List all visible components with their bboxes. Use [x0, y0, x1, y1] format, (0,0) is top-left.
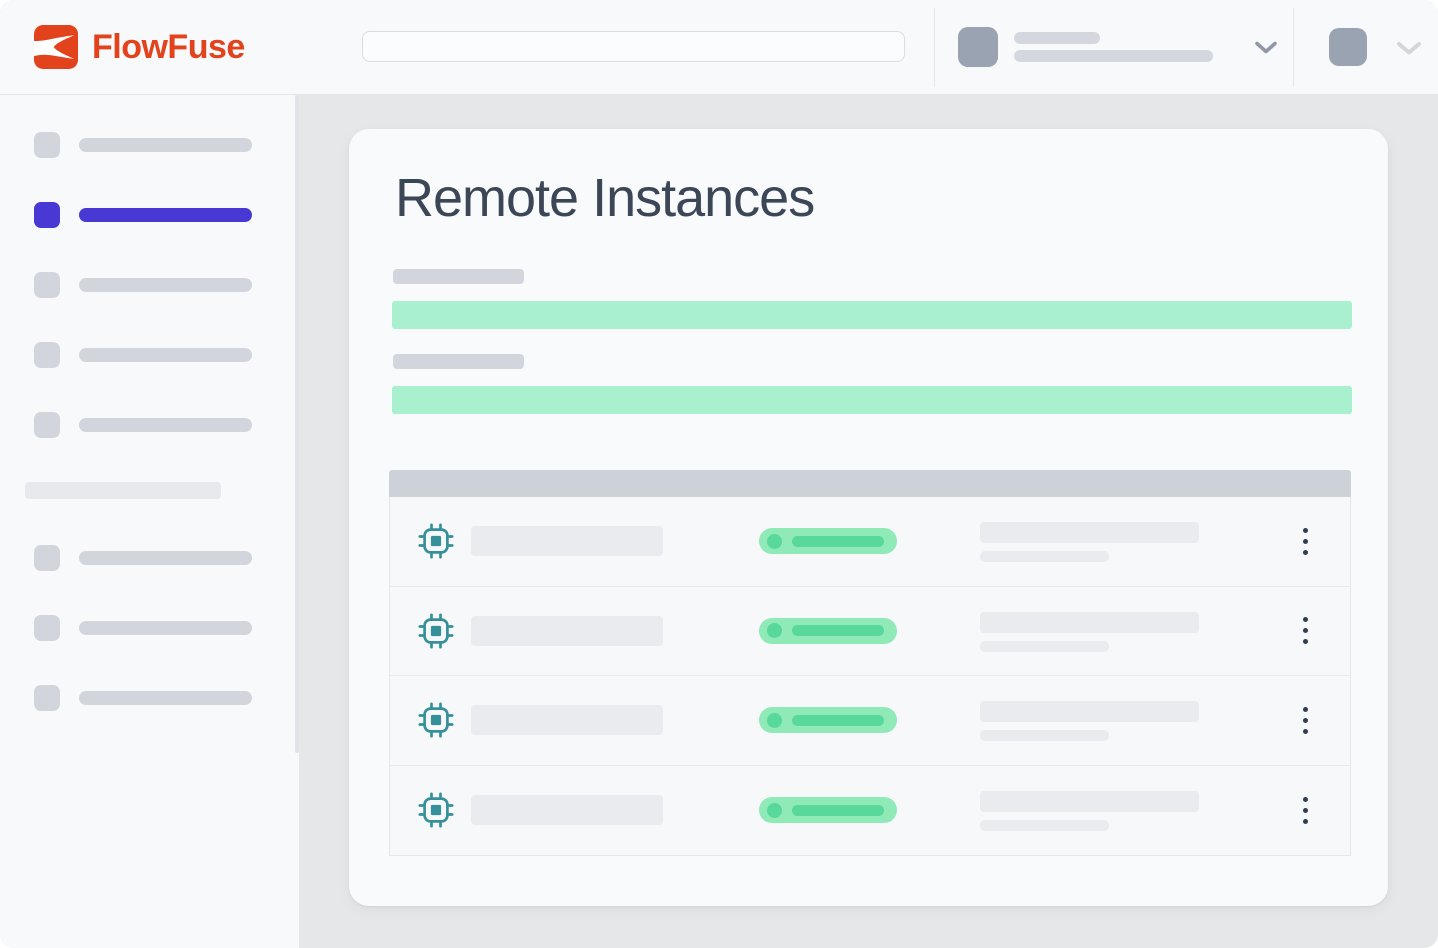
- instances-table: [389, 470, 1351, 856]
- team-avatar: [958, 27, 998, 67]
- sidebar-item[interactable]: [34, 545, 299, 571]
- kebab-menu-icon: [1303, 707, 1308, 712]
- instance-meta-placeholder: [980, 701, 1199, 722]
- highlighted-field[interactable]: [392, 301, 1352, 329]
- status-text-placeholder: [792, 536, 884, 547]
- instance-meta-placeholder: [980, 730, 1109, 741]
- user-avatar: [1329, 28, 1367, 66]
- sidebar-item[interactable]: [34, 342, 299, 368]
- sidebar-item-label-placeholder: [79, 208, 252, 222]
- sidebar-item-label-placeholder: [79, 348, 252, 362]
- status-badge: [759, 618, 897, 644]
- status-text-placeholder: [792, 715, 884, 726]
- table-body: [389, 497, 1351, 856]
- status-text-placeholder: [792, 805, 884, 816]
- sidebar-item-label-placeholder: [79, 621, 252, 635]
- sidebar-item-label-placeholder: [79, 551, 252, 565]
- main-content-area: Remote Instances: [299, 95, 1438, 948]
- status-badge: [759, 528, 897, 554]
- sidebar-item[interactable]: [34, 202, 299, 228]
- status-badge: [759, 707, 897, 733]
- sidebar-item[interactable]: [34, 412, 299, 438]
- instance-meta-placeholder: [980, 522, 1199, 543]
- header-divider: [1293, 8, 1294, 87]
- status-dot: [767, 803, 782, 818]
- row-actions-button[interactable]: [1293, 611, 1317, 651]
- sidebar-item-icon: [34, 412, 60, 438]
- sidebar-item[interactable]: [34, 272, 299, 298]
- highlighted-field[interactable]: [392, 386, 1352, 414]
- app-header: FlowFuse: [0, 0, 1438, 95]
- instance-name-placeholder: [471, 526, 663, 556]
- instance-name-placeholder: [471, 616, 663, 646]
- cpu-chip-icon: [418, 702, 454, 738]
- table-row[interactable]: [390, 497, 1350, 587]
- row-actions-button[interactable]: [1293, 521, 1317, 561]
- chevron-down-icon: [1255, 41, 1277, 54]
- app-window: FlowFuse: [0, 0, 1438, 948]
- team-detail-placeholder: [1014, 50, 1213, 62]
- status-text-placeholder: [792, 625, 884, 636]
- sidebar-section-label: [25, 482, 221, 499]
- sidebar-item-icon: [34, 272, 60, 298]
- status-dot: [767, 713, 782, 728]
- sidebar-item[interactable]: [34, 615, 299, 641]
- instance-meta-placeholder: [980, 551, 1109, 562]
- row-actions-button[interactable]: [1293, 790, 1317, 830]
- sidebar-item-label-placeholder: [79, 691, 252, 705]
- sidebar-item-label-placeholder: [79, 278, 252, 292]
- brand-name: FlowFuse: [92, 28, 245, 67]
- status-dot: [767, 623, 782, 638]
- field-label-placeholder: [393, 269, 524, 284]
- sidebar-item[interactable]: [34, 685, 299, 711]
- sidebar-item-icon: [34, 342, 60, 368]
- instance-meta-placeholder: [980, 820, 1109, 831]
- status-badge: [759, 797, 897, 823]
- table-row[interactable]: [390, 587, 1350, 677]
- sidebar-item-label-placeholder: [79, 418, 252, 432]
- kebab-menu-icon: [1303, 617, 1308, 622]
- team-name-placeholder: [1014, 32, 1100, 44]
- kebab-menu-icon: [1303, 797, 1308, 802]
- instance-meta-placeholder: [980, 791, 1199, 812]
- flowfuse-logo-icon: [34, 25, 78, 69]
- status-dot: [767, 534, 782, 549]
- sidebar-item-icon: [34, 615, 60, 641]
- field-label-placeholder: [393, 354, 524, 369]
- sidebar-item-icon: [34, 545, 60, 571]
- sidebar-item-icon: [34, 685, 60, 711]
- cpu-chip-icon: [418, 523, 454, 559]
- sidebar-nav: [0, 95, 299, 948]
- page-title: Remote Instances: [395, 171, 814, 225]
- sidebar-scrollbar[interactable]: [295, 95, 299, 753]
- instance-name-placeholder: [471, 705, 663, 735]
- cpu-chip-icon: [418, 792, 454, 828]
- instance-meta-placeholder: [980, 641, 1109, 652]
- header-divider: [934, 8, 935, 87]
- row-actions-button[interactable]: [1293, 700, 1317, 740]
- instance-meta-placeholder: [980, 612, 1199, 633]
- instance-name-placeholder: [471, 795, 663, 825]
- sidebar-item-icon: [34, 132, 60, 158]
- table-row[interactable]: [390, 766, 1350, 856]
- table-header: [389, 470, 1351, 497]
- cpu-chip-icon: [418, 613, 454, 649]
- table-row[interactable]: [390, 676, 1350, 766]
- sidebar-item-label-placeholder: [79, 138, 252, 152]
- brand-logo[interactable]: FlowFuse: [34, 25, 245, 69]
- sidebar-item[interactable]: [34, 132, 299, 158]
- sidebar-item-icon: [34, 202, 60, 228]
- kebab-menu-icon: [1303, 528, 1308, 533]
- global-search-input[interactable]: [362, 31, 905, 62]
- chevron-down-icon: [1396, 41, 1422, 55]
- content-card: Remote Instances: [349, 129, 1388, 906]
